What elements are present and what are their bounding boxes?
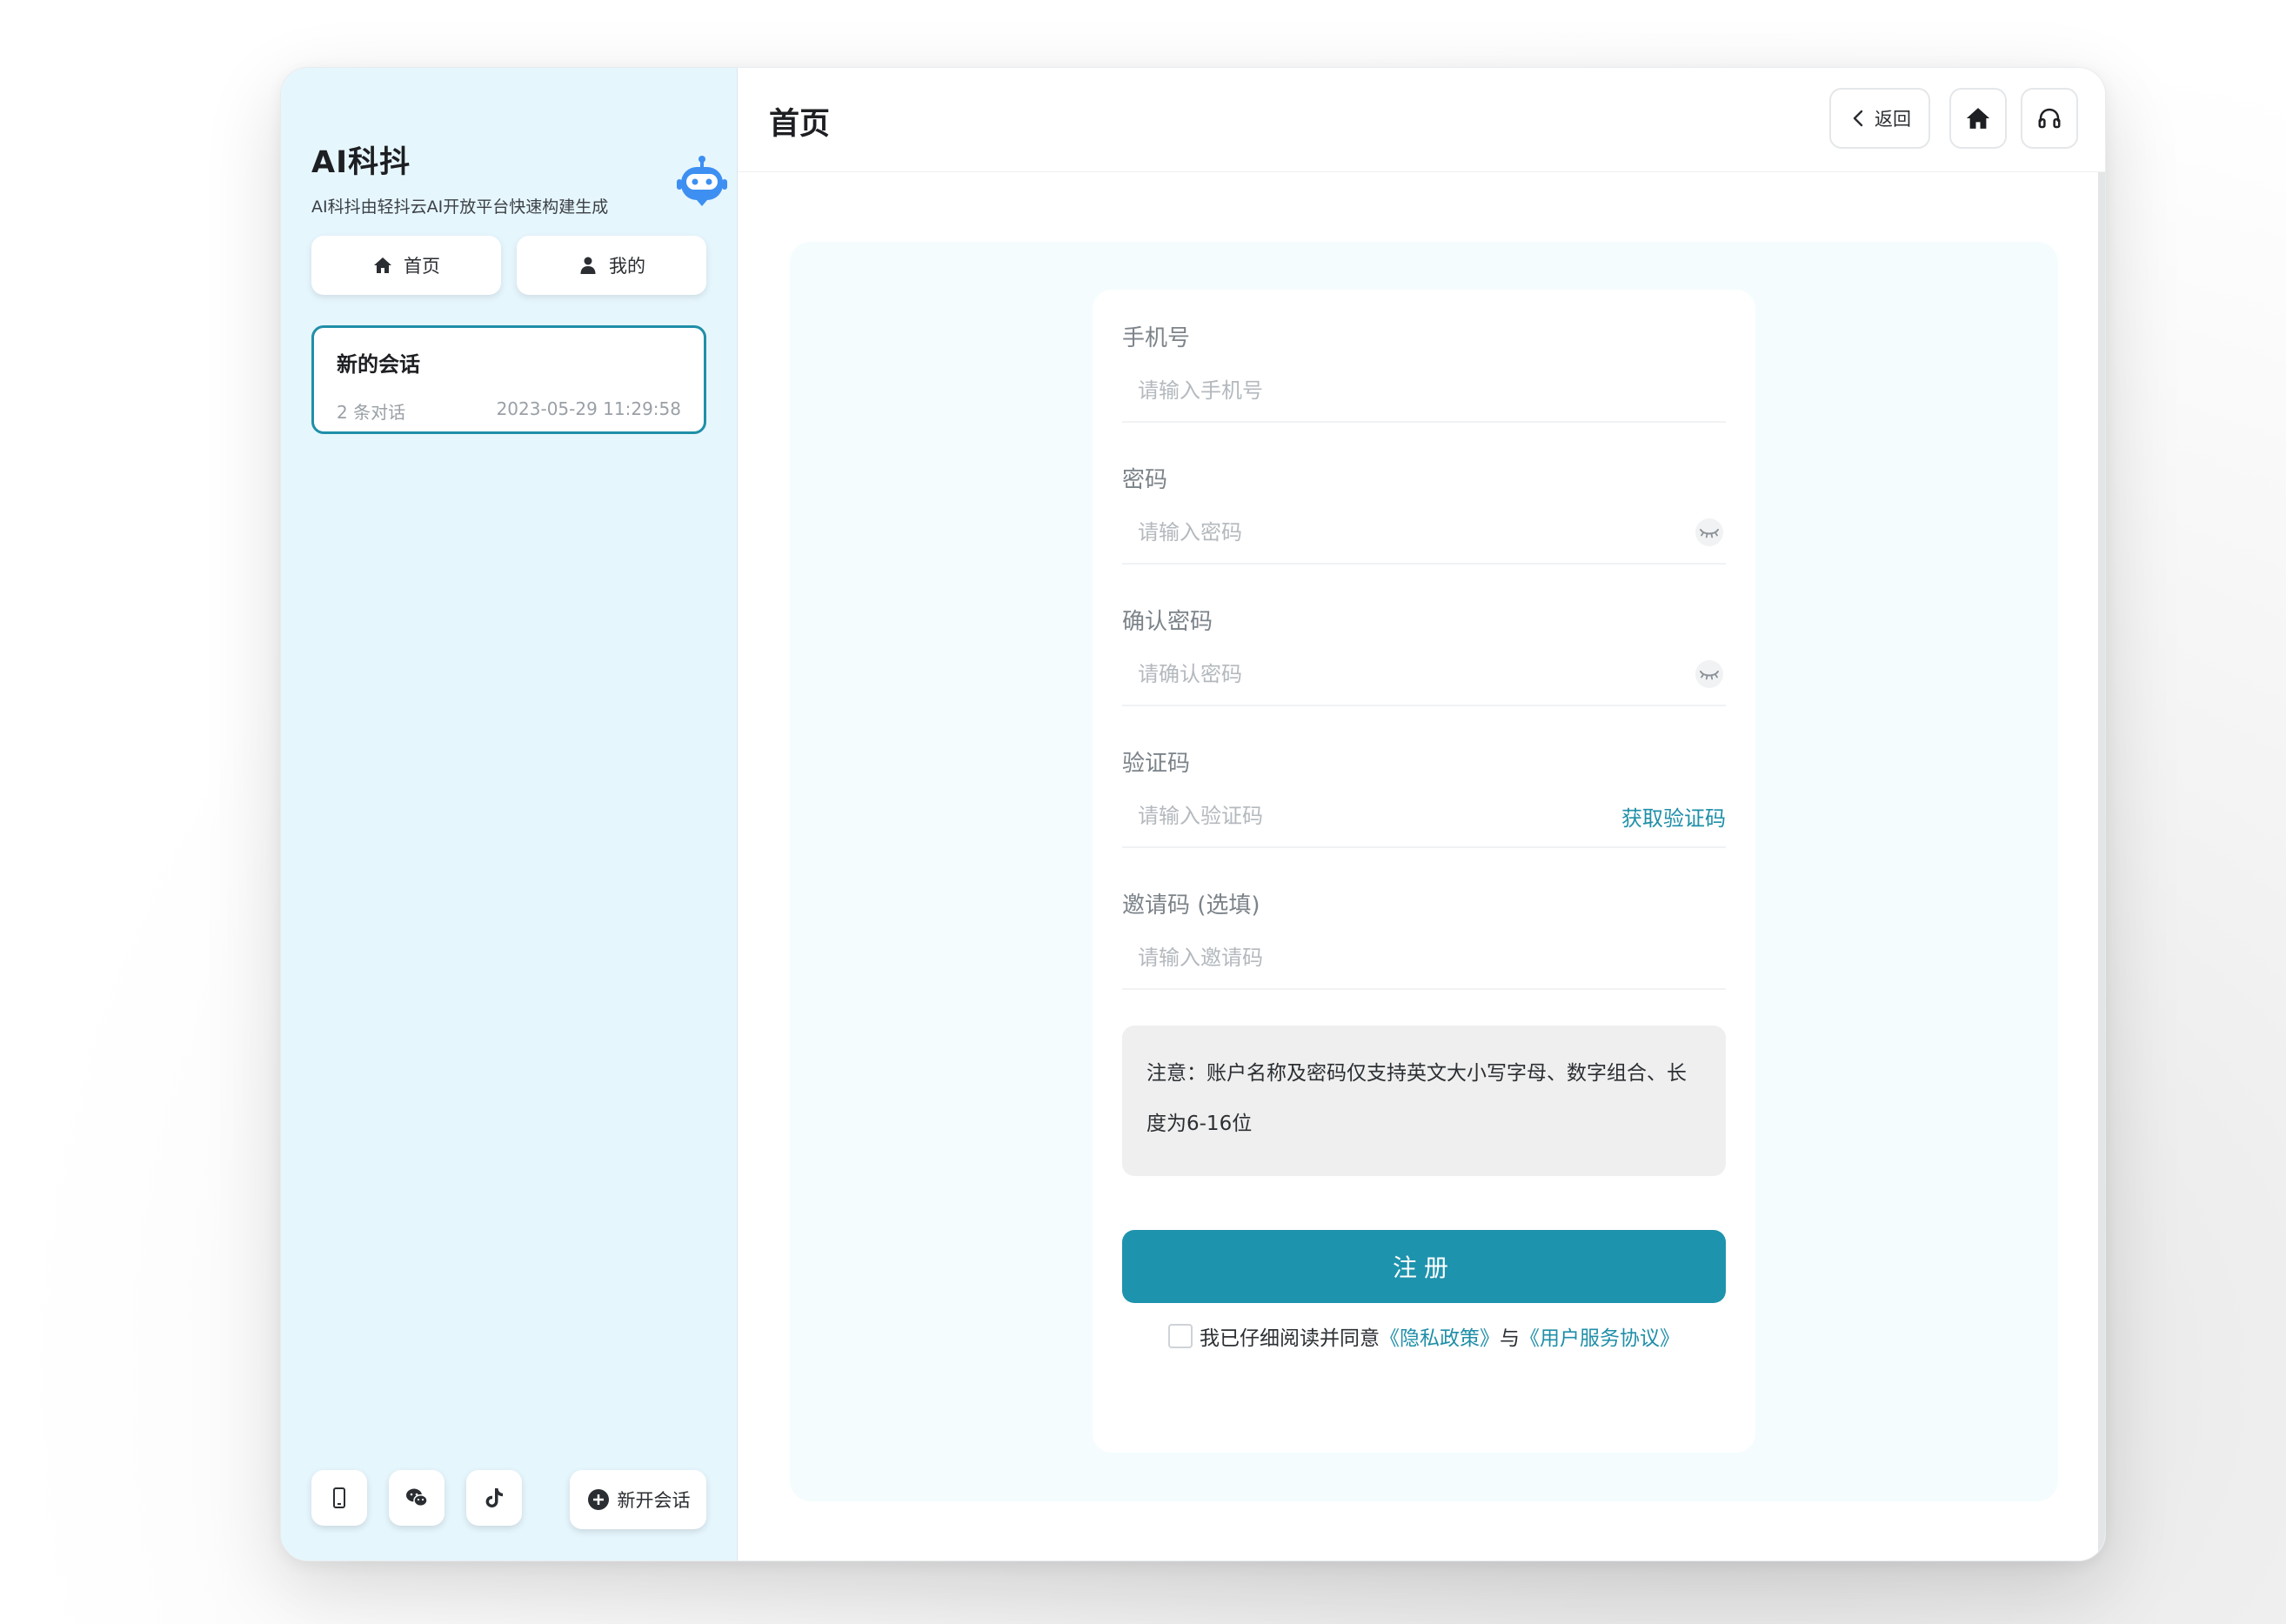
new-chat-button[interactable]: 新开会话 bbox=[570, 1470, 706, 1529]
eye-closed-icon[interactable] bbox=[1694, 659, 1724, 689]
home-icon bbox=[374, 257, 391, 273]
session-title: 新的会话 bbox=[337, 352, 420, 377]
back-label: 返回 bbox=[1875, 109, 1911, 130]
phone-field: 手机号 bbox=[1122, 320, 1726, 461]
confirm-password-field: 确认密码 bbox=[1122, 604, 1726, 745]
agreement-row: 我已仔细阅读并同意 《隐私政策》 与 《用户服务协议》 bbox=[1093, 1319, 1755, 1353]
nav-mine-label: 我的 bbox=[609, 256, 645, 277]
phone-input[interactable] bbox=[1122, 360, 1726, 421]
sidebar-footer: 新开会话 bbox=[311, 1470, 706, 1529]
user-icon bbox=[580, 257, 596, 274]
invite-code-label: 邀请码 (选填) bbox=[1122, 892, 1260, 919]
session-count: 2 条对话 bbox=[337, 402, 406, 423]
agree-checkbox[interactable] bbox=[1168, 1324, 1193, 1348]
password-rule-notice: 注意：账户名称及密码仅支持英文大小写字母、数字组合、长度为6-16位 bbox=[1122, 1026, 1726, 1176]
phone-icon bbox=[333, 1487, 345, 1508]
back-button[interactable]: 返回 bbox=[1829, 88, 1930, 149]
privacy-policy-link[interactable]: 《隐私政策》 bbox=[1380, 1321, 1500, 1351]
eye-closed-icon[interactable] bbox=[1694, 518, 1724, 547]
register-button[interactable]: 注册 bbox=[1122, 1230, 1726, 1303]
verification-code-label: 验证码 bbox=[1122, 751, 1191, 777]
confirm-password-input[interactable] bbox=[1122, 644, 1694, 705]
verification-code-field: 验证码 获取验证码 bbox=[1122, 745, 1726, 886]
confirm-password-row bbox=[1122, 644, 1726, 706]
session-meta: 2 条对话 2023-05-29 11:29:58 bbox=[337, 398, 681, 424]
phone-button[interactable] bbox=[311, 1470, 367, 1526]
verification-code-input[interactable] bbox=[1122, 785, 1621, 846]
sidebar-nav: 首页 我的 bbox=[311, 236, 706, 295]
register-form: 手机号 密码 bbox=[1093, 290, 1755, 1453]
app-window: AI科抖 AI科抖由轻抖云AI开放平台快速构建生成 首页 我的 新的会话 2 条… bbox=[280, 67, 2106, 1561]
phone-label: 手机号 bbox=[1122, 325, 1191, 351]
invite-code-row bbox=[1122, 927, 1726, 990]
scrollbar[interactable] bbox=[2098, 172, 2105, 1561]
session-item[interactable]: 新的会话 2 条对话 2023-05-29 11:29:58 bbox=[311, 325, 706, 434]
agree-prefix: 我已仔细阅读并同意 bbox=[1200, 1327, 1380, 1350]
phone-row bbox=[1122, 360, 1726, 423]
password-label: 密码 bbox=[1122, 467, 1168, 493]
password-row bbox=[1122, 502, 1726, 565]
wechat-icon bbox=[406, 1488, 428, 1507]
nav-home-button[interactable]: 首页 bbox=[311, 236, 501, 295]
main-area: 首页 返回 手机号 密码 bbox=[738, 68, 2105, 1561]
content-panel: 手机号 密码 bbox=[790, 242, 2058, 1501]
nav-home-label: 首页 bbox=[404, 256, 440, 277]
home-icon bbox=[1966, 108, 1990, 129]
session-time: 2023-05-29 11:29:58 bbox=[496, 398, 681, 419]
get-code-button[interactable]: 获取验证码 bbox=[1621, 801, 1726, 832]
user-agreement-link[interactable]: 《用户服务协议》 bbox=[1520, 1321, 1680, 1351]
invite-code-field: 邀请码 (选填) bbox=[1122, 887, 1726, 1028]
agree-joiner: 与 bbox=[1500, 1327, 1520, 1350]
support-button[interactable] bbox=[2021, 88, 2078, 149]
robot-icon bbox=[677, 156, 727, 206]
brand: AI科抖 AI科抖由轻抖云AI开放平台快速构建生成 bbox=[311, 137, 712, 217]
home-button[interactable] bbox=[1949, 88, 2007, 149]
brand-title: AI科抖 bbox=[311, 145, 411, 180]
tiktok-icon bbox=[485, 1488, 503, 1507]
headset-icon bbox=[2038, 108, 2061, 129]
password-field: 密码 bbox=[1122, 462, 1726, 603]
nav-mine-button[interactable]: 我的 bbox=[517, 236, 706, 295]
password-input[interactable] bbox=[1122, 502, 1694, 563]
new-chat-label: 新开会话 bbox=[617, 1490, 691, 1511]
confirm-password-label: 确认密码 bbox=[1122, 609, 1213, 635]
plus-circle-icon bbox=[587, 1489, 609, 1510]
sidebar: AI科抖 AI科抖由轻抖云AI开放平台快速构建生成 首页 我的 新的会话 2 条… bbox=[281, 68, 738, 1561]
topbar: 首页 返回 bbox=[738, 68, 2105, 172]
page-title: 首页 bbox=[769, 107, 831, 142]
verification-code-row: 获取验证码 bbox=[1122, 785, 1726, 848]
brand-subtitle: AI科抖由轻抖云AI开放平台快速构建生成 bbox=[311, 197, 609, 217]
chevron-left-icon bbox=[1853, 110, 1863, 127]
tiktok-button[interactable] bbox=[466, 1470, 522, 1526]
wechat-button[interactable] bbox=[389, 1470, 444, 1526]
invite-code-input[interactable] bbox=[1122, 927, 1726, 988]
